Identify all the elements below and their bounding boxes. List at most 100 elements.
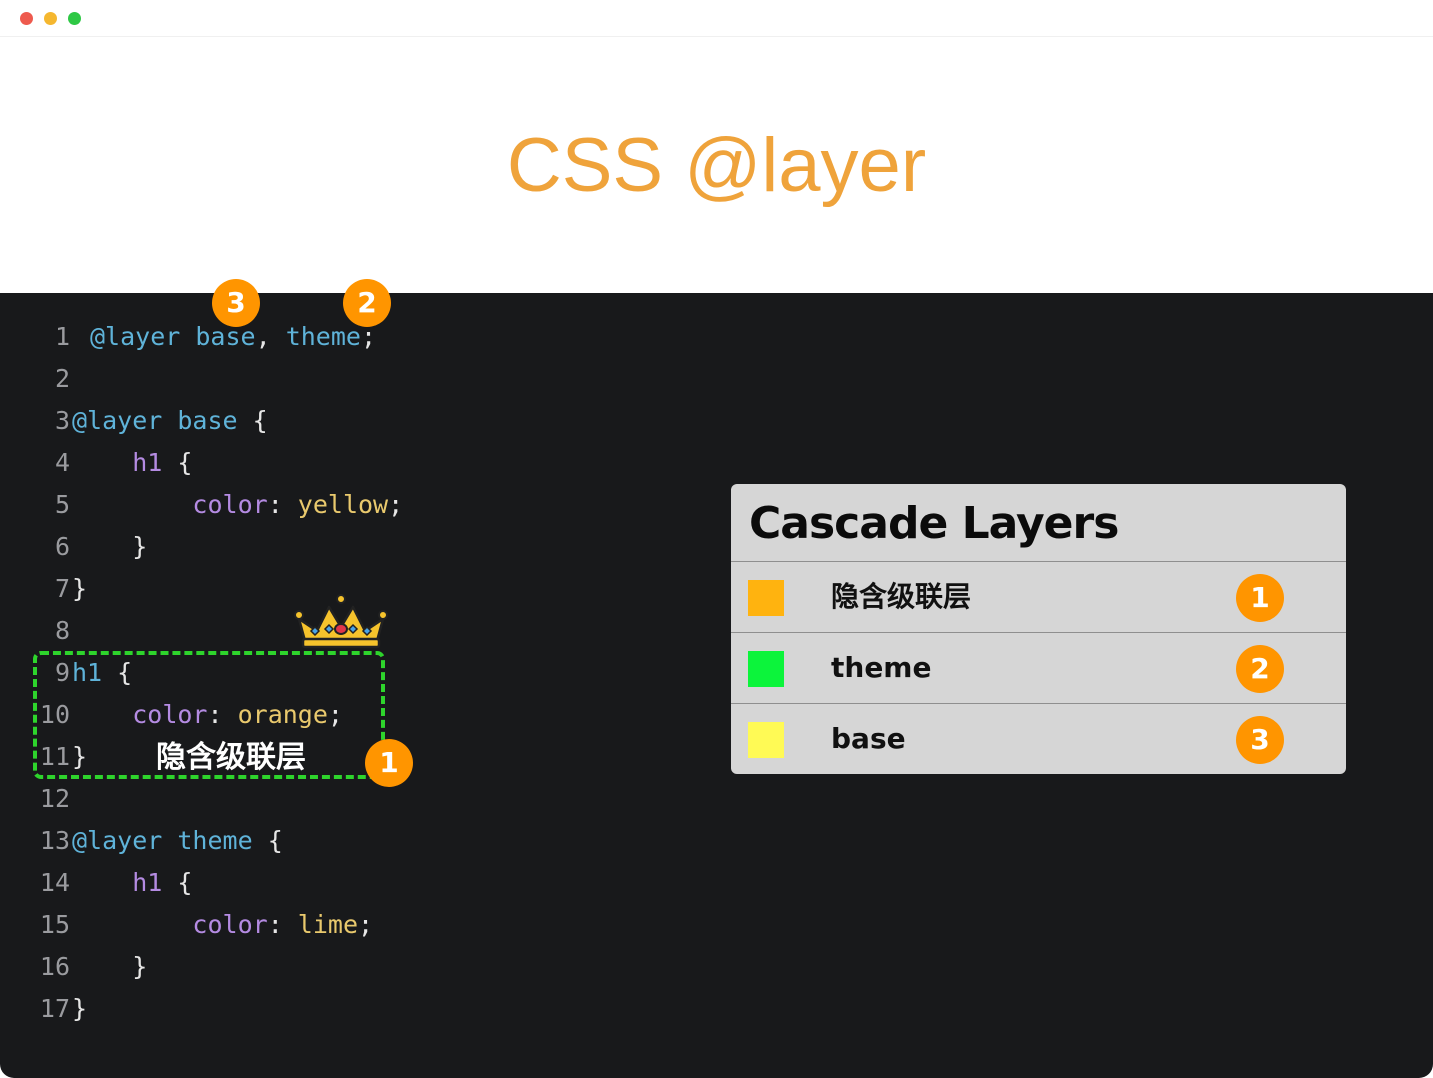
code-line: 4 h1 { — [0, 442, 700, 484]
code-text: h1 { — [72, 862, 192, 904]
line-number: 8 — [54, 616, 70, 645]
code-token: } — [72, 532, 148, 561]
code-line: 3 @layer base { — [0, 400, 700, 442]
line-number: 2 — [54, 364, 70, 393]
line-number: 15 — [39, 910, 70, 939]
line-number-gutter: 17 — [0, 988, 70, 1030]
code-line: 2 — [0, 358, 700, 400]
page-title: CSS @layer — [506, 123, 927, 208]
code-token: h1 — [132, 448, 163, 477]
code-token: base — [195, 322, 256, 351]
panel-row-base: base 3 — [731, 703, 1346, 774]
code-token: h1 — [132, 868, 163, 897]
minimize-window-button[interactable] — [44, 12, 57, 25]
line-number-gutter: 7 — [0, 568, 70, 610]
code-line: 15 color: lime; — [0, 904, 700, 946]
code-text: } — [72, 568, 87, 610]
line-number: 6 — [54, 532, 70, 561]
code-line: 13 @layer theme { — [0, 820, 700, 862]
line-number-gutter: 5 — [0, 484, 70, 526]
implicit-layer-label: 隐含级联层 — [156, 740, 306, 775]
code-token: { — [237, 406, 268, 435]
line-number: 5 — [54, 490, 70, 519]
code-token: } — [72, 952, 148, 981]
code-line: 1 @layer base, theme; — [0, 316, 700, 358]
code-token: yellow — [297, 490, 389, 519]
code-text: @layer base { — [72, 400, 268, 442]
line-number-gutter: 1 — [0, 316, 70, 358]
line-number-gutter: 3 — [0, 400, 70, 442]
code-text: h1 { — [72, 442, 192, 484]
layer-order-badge-base: 3 — [212, 279, 260, 327]
code-token: base — [177, 406, 238, 435]
code-token: { — [252, 826, 283, 855]
row-label: 隐含级联层 — [831, 580, 972, 613]
row-label: base — [831, 722, 906, 755]
line-number-gutter: 2 — [0, 358, 70, 400]
row-order-badge: 2 — [1236, 645, 1284, 693]
code-token: ; — [388, 490, 404, 519]
code-text: } — [72, 946, 147, 988]
code-token: @layer — [72, 826, 163, 855]
line-number: 13 — [39, 826, 70, 855]
code-token: { — [162, 448, 193, 477]
layer-order-badge-implicit: 1 — [365, 739, 413, 787]
line-number: 4 — [54, 448, 70, 477]
code-token: theme — [177, 826, 253, 855]
color-swatch — [748, 580, 784, 616]
code-line: 14 h1 { — [0, 862, 700, 904]
line-number-gutter: 4 — [0, 442, 70, 484]
code-token: @layer — [90, 322, 181, 351]
code-token: { — [162, 868, 193, 897]
code-token: } — [72, 994, 88, 1023]
code-line: 17} — [0, 988, 700, 1030]
line-number-gutter: 12 — [0, 778, 70, 820]
panel-row-theme: theme 2 — [731, 632, 1346, 703]
line-number: 3 — [54, 406, 70, 435]
line-number-gutter: 6 — [0, 526, 70, 568]
crown-icon — [294, 594, 388, 649]
line-number: 16 — [39, 952, 70, 981]
line-number: 1 — [54, 322, 70, 351]
window-titlebar — [0, 0, 1433, 37]
panel-title: Cascade Layers — [749, 498, 1119, 549]
code-line: 5 color: yellow; — [0, 484, 700, 526]
line-number-gutter: 8 — [0, 610, 70, 652]
code-token: } — [72, 574, 88, 603]
line-number-gutter: 15 — [0, 904, 70, 946]
code-token: theme — [285, 322, 361, 351]
line-number: 17 — [39, 994, 70, 1023]
code-text: } — [72, 988, 87, 1030]
line-number: 14 — [39, 868, 70, 897]
color-swatch — [748, 722, 784, 758]
line-number-gutter: 14 — [0, 862, 70, 904]
code-line: 16 } — [0, 946, 700, 988]
close-window-button[interactable] — [20, 12, 33, 25]
row-order-badge: 3 — [1236, 716, 1284, 764]
row-label: theme — [831, 651, 932, 684]
line-number: 12 — [39, 784, 70, 813]
code-token: , — [255, 322, 286, 351]
color-swatch — [748, 651, 784, 687]
line-number-gutter: 13 — [0, 820, 70, 862]
code-token: color — [192, 910, 268, 939]
code-line: 12 — [0, 778, 700, 820]
code-text: } — [72, 526, 147, 568]
panel-row-implicit: 隐含级联层 1 — [731, 561, 1346, 632]
cascade-layers-panel: Cascade Layers 隐含级联层 1 theme 2 base 3 — [731, 484, 1346, 774]
code-token: : — [267, 490, 298, 519]
code-token: ; — [358, 910, 374, 939]
code-line: 6 } — [0, 526, 700, 568]
code-token: : — [267, 910, 298, 939]
layer-order-badge-theme: 2 — [343, 279, 391, 327]
code-text: @layer theme { — [72, 820, 283, 862]
code-text: color: yellow; — [72, 484, 403, 526]
maximize-window-button[interactable] — [68, 12, 81, 25]
